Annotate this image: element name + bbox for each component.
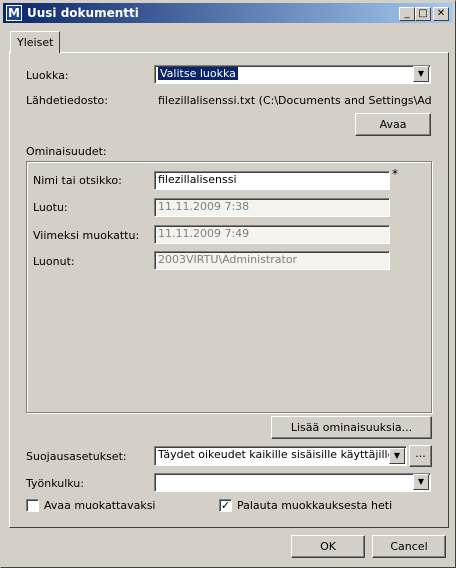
ok-button[interactable]: OK	[291, 535, 365, 558]
checkmark-icon: ✓	[220, 499, 231, 512]
dialog-window: M Uusi dokumentti _ □ ✕ Yleiset Luokka: …	[0, 0, 456, 568]
security-label: Suojausasetukset:	[26, 450, 127, 463]
open-editable-label: Avaa muokattavaksi	[44, 499, 156, 512]
open-editable-checkbox[interactable]	[26, 499, 39, 512]
security-more-button[interactable]: ...	[409, 445, 432, 467]
chevron-down-icon[interactable]: ▼	[413, 474, 429, 490]
source-file-value: filezillalisenssi.txt (C:\Documents and …	[158, 94, 431, 107]
source-file-label: Lähdetiedosto:	[26, 94, 108, 107]
chevron-down-icon[interactable]: ▼	[413, 66, 429, 82]
class-select-value: Valitse luokka	[158, 67, 238, 80]
required-marker: *	[392, 167, 398, 181]
cancel-button[interactable]: Cancel	[372, 535, 446, 558]
tab-yleiset-label: Yleiset	[17, 36, 54, 49]
security-select[interactable]: Täydet oikeudet kaikille sisäisille käyt…	[154, 446, 407, 466]
created-label: Luotu:	[33, 201, 68, 214]
app-icon: M	[6, 5, 22, 21]
created-field: 11.11.2009 7:38	[154, 198, 390, 217]
tab-yleiset[interactable]: Yleiset	[10, 31, 60, 53]
workflow-label: Työnkulku:	[26, 477, 84, 490]
name-field[interactable]: filezillalisenssi	[154, 171, 390, 190]
restore-edit-checkbox[interactable]: ✓	[219, 499, 232, 512]
add-properties-button[interactable]: Lisää ominaisuuksia...	[271, 416, 432, 439]
maximize-button[interactable]: □	[415, 7, 431, 21]
minimize-button[interactable]: _	[399, 7, 415, 21]
close-button[interactable]: ✕	[433, 7, 449, 21]
maximize-icon: □	[418, 8, 428, 19]
chevron-down-icon[interactable]: ▼	[389, 448, 405, 464]
close-icon: ✕	[436, 8, 446, 19]
restore-edit-label: Palauta muokkauksesta heti	[237, 499, 393, 512]
class-select[interactable]: Valitse luokka	[154, 65, 431, 84]
modified-field: 11.11.2009 7:49	[154, 225, 390, 244]
title-bar[interactable]: M Uusi dokumentti _ □ ✕	[3, 3, 453, 23]
minimize-icon: _	[404, 8, 410, 19]
class-label: Luokka:	[26, 69, 69, 82]
properties-label: Ominaisuudet:	[26, 145, 107, 158]
author-field: 2003VIRTU\Administrator	[154, 251, 390, 270]
open-button[interactable]: Avaa	[355, 113, 431, 136]
author-label: Luonut:	[33, 255, 75, 268]
workflow-select[interactable]	[154, 473, 431, 492]
name-label: Nimi tai otsikko:	[33, 174, 122, 187]
window-title: Uusi dokumentti	[27, 6, 139, 20]
modified-label: Viimeksi muokattu:	[33, 229, 140, 242]
